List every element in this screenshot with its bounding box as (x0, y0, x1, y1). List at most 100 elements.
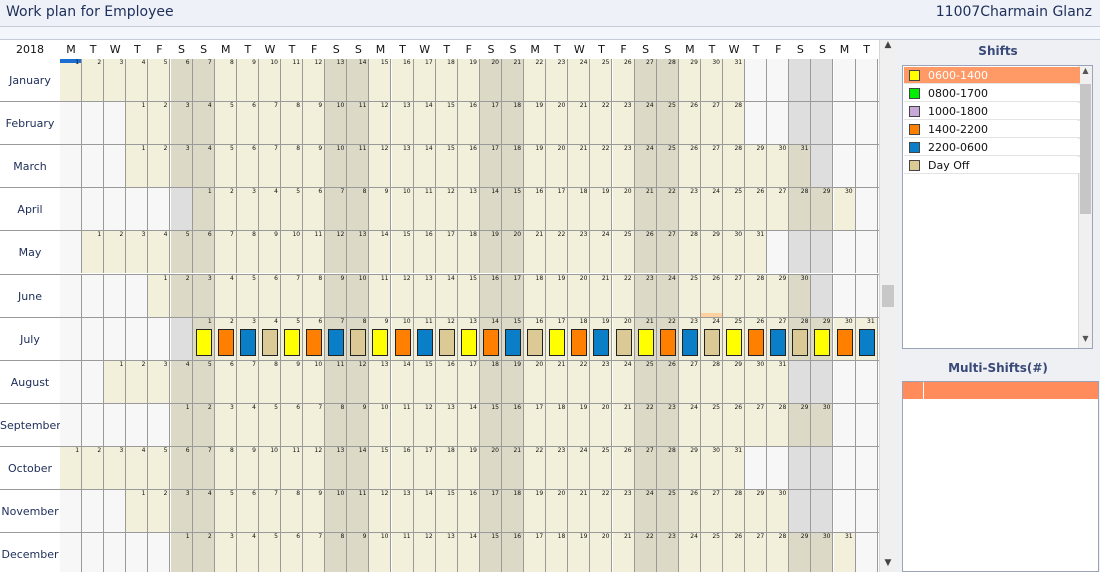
day-cell[interactable]: 16 (524, 317, 547, 360)
day-cell[interactable]: 16 (413, 231, 436, 274)
day-cell[interactable]: 13 (457, 188, 480, 231)
day-cell[interactable]: 10 (258, 446, 281, 489)
day-cell[interactable]: 18 (502, 490, 525, 533)
day-cell[interactable]: 3 (104, 59, 127, 102)
day-cell[interactable]: 29 (700, 231, 723, 274)
day-cell[interactable]: 23 (656, 533, 679, 572)
day-cell[interactable]: 8 (325, 533, 348, 572)
day-cell[interactable]: 17 (524, 403, 547, 446)
day-cell[interactable]: 16 (479, 274, 502, 317)
day-cell[interactable]: 1 (82, 231, 105, 274)
day-cell[interactable]: 28 (767, 403, 790, 446)
day-cell[interactable]: 7 (303, 403, 326, 446)
shift-item[interactable]: 2200-0600 (904, 139, 1080, 156)
day-cell[interactable]: 16 (391, 446, 414, 489)
day-cell[interactable]: 22 (546, 231, 569, 274)
day-cell[interactable]: 27 (745, 403, 768, 446)
day-cell[interactable]: 10 (325, 490, 348, 533)
day-cell[interactable]: 1 (148, 274, 171, 317)
day-cell[interactable]: 25 (590, 59, 613, 102)
day-cell[interactable]: 17 (457, 360, 480, 403)
day-cell[interactable]: 23 (612, 145, 635, 188)
day-cell[interactable]: 23 (656, 403, 679, 446)
day-cell[interactable]: 9 (303, 145, 326, 188)
day-cell[interactable]: 12 (369, 145, 392, 188)
day-cell[interactable]: 27 (678, 360, 701, 403)
day-cell[interactable]: 6 (170, 446, 193, 489)
day-cell[interactable]: 30 (767, 145, 790, 188)
day-cell[interactable]: 16 (524, 188, 547, 231)
day-cell[interactable]: 2 (192, 403, 215, 446)
day-cell[interactable]: 10 (347, 274, 370, 317)
day-cell[interactable]: 7 (325, 317, 348, 360)
day-cell[interactable]: 21 (524, 231, 547, 274)
shift-block[interactable] (836, 328, 853, 356)
day-cell[interactable]: 15 (435, 490, 458, 533)
day-cell[interactable]: 19 (524, 102, 547, 145)
day-cell[interactable]: 3 (214, 533, 237, 572)
day-cell[interactable]: 15 (502, 317, 525, 360)
day-cell[interactable]: 17 (413, 59, 436, 102)
shift-block[interactable] (527, 328, 544, 356)
day-cell[interactable]: 10 (391, 317, 414, 360)
day-cell[interactable]: 2 (148, 102, 171, 145)
day-cell[interactable]: 14 (479, 317, 502, 360)
scroll-up-icon[interactable]: ▲ (880, 40, 896, 54)
day-cell[interactable]: 1 (104, 360, 127, 403)
shift-block[interactable] (239, 328, 256, 356)
day-cell[interactable]: 6 (236, 490, 259, 533)
shift-block[interactable] (372, 328, 389, 356)
day-cell[interactable]: 23 (678, 317, 701, 360)
day-cell[interactable]: 20 (546, 145, 569, 188)
day-cell[interactable]: 12 (435, 317, 458, 360)
day-cell[interactable]: 22 (524, 59, 547, 102)
day-cell[interactable]: 27 (745, 533, 768, 572)
day-cell[interactable]: 30 (700, 446, 723, 489)
day-cell[interactable]: 5 (170, 231, 193, 274)
day-cell[interactable]: 3 (126, 231, 149, 274)
day-cell[interactable]: 27 (700, 145, 723, 188)
day-cell[interactable]: 16 (502, 403, 525, 446)
day-cell[interactable]: 10 (369, 403, 392, 446)
shift-item[interactable]: 0600-1400 (904, 67, 1080, 84)
day-cell[interactable]: 24 (612, 360, 635, 403)
day-cell[interactable]: 17 (435, 231, 458, 274)
day-cell[interactable]: 7 (214, 231, 237, 274)
day-cell[interactable]: 30 (833, 188, 856, 231)
day-cell[interactable]: 11 (391, 403, 414, 446)
scrollbar-thumb[interactable] (1080, 84, 1091, 214)
shift-block[interactable] (217, 328, 234, 356)
scroll-down-icon[interactable]: ▼ (880, 558, 896, 572)
day-cell[interactable]: 2 (170, 274, 193, 317)
shift-item[interactable]: 1400-2200 (904, 121, 1080, 138)
day-cell[interactable]: 28 (789, 188, 812, 231)
shift-item[interactable]: Day Off (904, 157, 1080, 174)
day-cell[interactable]: 17 (479, 102, 502, 145)
day-cell[interactable]: 9 (236, 59, 259, 102)
day-cell[interactable]: 10 (369, 533, 392, 572)
day-cell[interactable]: 7 (258, 102, 281, 145)
day-cell[interactable]: 9 (369, 188, 392, 231)
day-cell[interactable]: 26 (678, 145, 701, 188)
day-cell[interactable]: 10 (325, 102, 348, 145)
day-cell[interactable]: 1 (126, 145, 149, 188)
day-cell[interactable]: 5 (236, 274, 259, 317)
shifts-list-scrollbar[interactable]: ▲ ▼ (1078, 66, 1092, 348)
day-cell[interactable]: 14 (457, 533, 480, 572)
day-cell[interactable]: 19 (524, 490, 547, 533)
day-cell[interactable]: 28 (700, 360, 723, 403)
day-cell[interactable]: 21 (612, 403, 635, 446)
day-cell[interactable]: 7 (325, 188, 348, 231)
day-cell[interactable]: 5 (214, 145, 237, 188)
day-cell[interactable]: 29 (789, 533, 812, 572)
day-cell[interactable]: 5 (148, 59, 171, 102)
day-cell[interactable]: 1 (126, 102, 149, 145)
day-cell[interactable]: 28 (656, 59, 679, 102)
day-cell[interactable]: 6 (214, 360, 237, 403)
day-cell[interactable]: 6 (281, 403, 304, 446)
day-cell[interactable]: 7 (258, 145, 281, 188)
day-cell[interactable]: 24 (634, 490, 657, 533)
day-cell[interactable]: 15 (435, 145, 458, 188)
day-cell[interactable]: 11 (413, 317, 436, 360)
day-cell[interactable]: 27 (767, 317, 790, 360)
